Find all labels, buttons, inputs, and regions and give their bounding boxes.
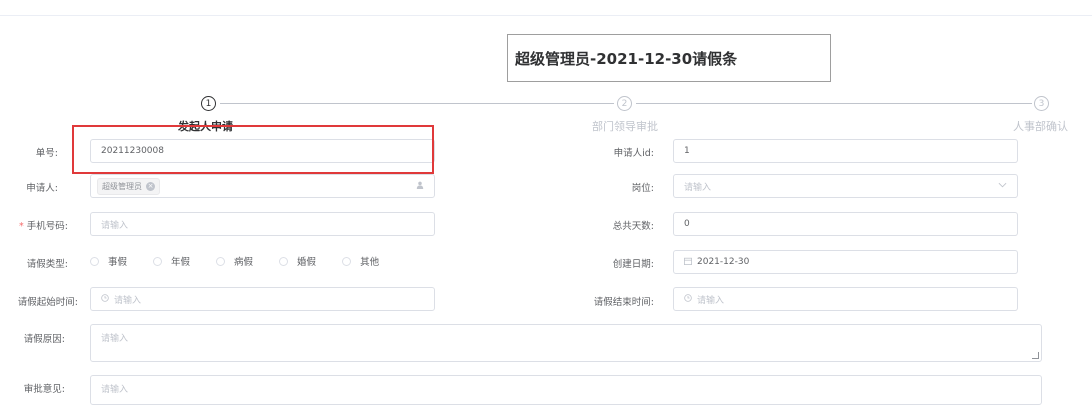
step-2-label: 部门领导审批 — [592, 120, 658, 133]
clock-icon — [101, 293, 109, 305]
user-icon[interactable] — [416, 181, 424, 192]
created-date-value: 2021-12-30 — [697, 257, 750, 267]
radio-circle[interactable] — [342, 256, 352, 266]
start-time-label: 请假起始时间: — [17, 297, 78, 308]
end-time-input[interactable]: 请输入 — [673, 287, 1018, 311]
applicant-id-value: 1 — [684, 146, 690, 156]
step-2-number: 2 — [621, 98, 628, 109]
resize-handle[interactable] — [1032, 352, 1039, 359]
reason-textarea[interactable]: 请输入 — [90, 324, 1042, 362]
chevron-down-icon[interactable] — [998, 181, 1007, 191]
step-3-circle: 3 — [1034, 96, 1049, 111]
radio-label: 其他 — [360, 257, 380, 268]
leave-type-label: 请假类型: — [26, 259, 68, 270]
position-label: 岗位: — [631, 183, 654, 194]
start-time-input[interactable]: 请输入 — [90, 287, 435, 311]
top-divider — [0, 15, 1092, 16]
radio-option-personal[interactable]: 事假 — [90, 254, 127, 268]
radio-circle[interactable] — [216, 256, 226, 266]
calendar-icon — [684, 257, 692, 268]
applicant-select[interactable]: 超级管理员 × — [90, 174, 435, 198]
radio-label: 年假 — [171, 257, 191, 268]
reason-label: 请假原因: — [23, 334, 65, 345]
step-3-label: 人事部确认 — [1013, 120, 1068, 133]
radio-label: 婚假 — [297, 257, 317, 268]
radio-option-annual[interactable]: 年假 — [153, 254, 190, 268]
approval-opinion-label: 审批意见: — [23, 384, 65, 395]
radio-option-other[interactable]: 其他 — [342, 254, 379, 268]
phone-label: * 手机号码: — [0, 218, 68, 232]
step-1-number: 1 — [205, 98, 212, 109]
total-days-input[interactable]: 0 — [673, 212, 1018, 236]
total-days-value: 0 — [684, 219, 690, 229]
leave-type-radio-group: 事假 年假 病假 婚假 其他 — [90, 254, 405, 268]
radio-circle[interactable] — [279, 256, 289, 266]
radio-label: 事假 — [108, 257, 128, 268]
created-date-label: 创建日期: — [612, 259, 654, 270]
radio-label: 病假 — [234, 257, 254, 268]
reason-placeholder: 请输入 — [101, 334, 129, 344]
form-title-text: 超级管理员-2021-12-30请假条 — [515, 49, 738, 68]
order-no-label: 单号: — [35, 148, 58, 159]
step-1-circle: 1 — [201, 96, 216, 111]
step-connector-1 — [220, 103, 614, 104]
step-connector-2 — [636, 103, 1032, 104]
phone-input[interactable]: 请输入 — [90, 212, 435, 236]
radio-circle[interactable] — [153, 256, 163, 266]
radio-circle[interactable] — [90, 256, 99, 266]
clock-icon — [684, 293, 692, 305]
end-time-placeholder: 请输入 — [697, 295, 725, 306]
position-placeholder: 请输入 — [684, 182, 712, 193]
created-date-input[interactable]: 2021-12-30 — [673, 250, 1018, 274]
radio-option-sick[interactable]: 病假 — [216, 254, 253, 268]
applicant-tag-text: 超级管理员 — [102, 181, 142, 191]
highlight-annotation-box — [72, 125, 434, 174]
position-select[interactable]: 请输入 — [673, 174, 1018, 198]
applicant-label: 申请人: — [26, 183, 58, 194]
phone-placeholder: 请输入 — [101, 220, 129, 231]
start-time-placeholder: 请输入 — [114, 295, 142, 306]
phone-label-text: 手机号码: — [26, 221, 68, 232]
tag-close-icon[interactable]: × — [146, 181, 155, 191]
required-mark: * — [19, 221, 24, 232]
applicant-id-label: 申请人id: — [613, 148, 654, 159]
applicant-tag: 超级管理员 × — [97, 177, 160, 195]
total-days-label: 总共天数: — [612, 221, 654, 232]
form-title: 超级管理员-2021-12-30请假条 — [507, 34, 831, 82]
approval-opinion-textarea[interactable]: 请输入 — [90, 375, 1042, 405]
step-2-circle: 2 — [617, 96, 632, 111]
end-time-label: 请假结束时间: — [593, 297, 654, 308]
step-3-number: 3 — [1038, 98, 1045, 109]
radio-option-marriage[interactable]: 婚假 — [279, 254, 316, 268]
approval-opinion-placeholder: 请输入 — [101, 385, 129, 395]
applicant-id-input[interactable]: 1 — [673, 139, 1018, 163]
